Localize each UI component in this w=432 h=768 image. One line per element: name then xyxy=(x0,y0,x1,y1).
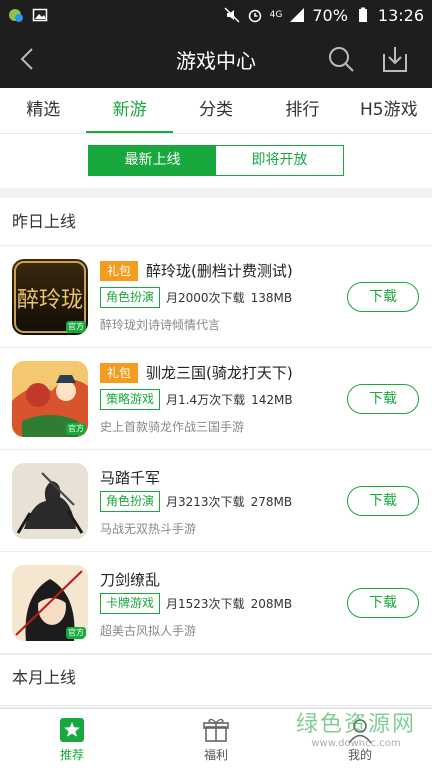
segment-bar: 最新上线 即将开放 xyxy=(0,134,432,188)
download-manager-icon[interactable] xyxy=(380,44,410,74)
search-icon[interactable] xyxy=(326,44,356,74)
file-size: 278MB xyxy=(250,494,293,509)
official-badge: 官方 xyxy=(66,321,86,333)
app-notification-icon xyxy=(8,7,24,23)
image-notification-icon xyxy=(32,7,48,23)
battery-icon xyxy=(355,7,371,23)
category-tag: 角色扮演 xyxy=(100,491,161,512)
app-icon-zuilinglong[interactable]: 醉玲珑 官方 xyxy=(12,259,88,335)
signal-icon xyxy=(289,7,305,23)
app-icon-xunlong-sanguo[interactable]: 官方 xyxy=(12,361,88,437)
tab-h5-games[interactable]: H5游戏 xyxy=(346,88,432,133)
app-icon-daojian-liaoluan[interactable]: 官方 xyxy=(12,565,88,641)
download-button[interactable]: 下载 xyxy=(347,384,419,414)
watermark-text: 绿色资源网 xyxy=(296,712,417,737)
download-count: 月1523次下载 xyxy=(166,597,245,611)
segment-coming-soon[interactable]: 即将开放 xyxy=(216,146,343,175)
app-description: 史上首款骑龙作战三国手游 xyxy=(100,420,245,434)
watermark-url: www.downcc.com xyxy=(311,738,401,749)
category-tag: 角色扮演 xyxy=(100,287,161,308)
app-description: 超美古风拟人手游 xyxy=(100,624,197,638)
list-item[interactable]: 官方 礼包 驯龙三国(骑龙打天下) 策略游戏 月1.4万次下载 142MB 史上… xyxy=(0,348,432,450)
game-list: 醉玲珑 官方 礼包 醉玲珑(删档计费测试) 角色扮演 月2000次下载 138M… xyxy=(0,246,432,654)
segment-latest-online[interactable]: 最新上线 xyxy=(89,146,216,175)
download-button[interactable]: 下载 xyxy=(347,588,419,618)
tab-rankings[interactable]: 排行 xyxy=(259,88,345,133)
app-name: 醉玲珑(删档计费测试) xyxy=(146,262,293,280)
file-size: 142MB xyxy=(251,392,293,407)
app-name: 马踏千军 xyxy=(100,469,161,487)
battery-percent: 70% xyxy=(312,5,348,25)
back-arrow-icon[interactable] xyxy=(14,44,42,74)
status-bar: 4G 70% 13:26 xyxy=(0,0,432,30)
nav-label: 推荐 xyxy=(59,748,84,762)
star-icon xyxy=(60,718,84,742)
category-tag: 卡牌游戏 xyxy=(100,593,161,614)
download-button[interactable]: 下载 xyxy=(347,486,419,516)
nav-label: 福利 xyxy=(203,748,228,762)
nav-welfare[interactable]: 福利 xyxy=(144,709,288,768)
download-count: 月3213次下载 xyxy=(166,495,245,509)
category-tabs: 精选 新游 分类 排行 H5游戏 xyxy=(0,88,432,134)
segment-control: 最新上线 即将开放 xyxy=(88,145,344,176)
category-tag: 策略游戏 xyxy=(100,389,161,410)
clock: 13:26 xyxy=(377,5,424,25)
icon-title-text: 醉玲珑 xyxy=(17,288,83,313)
watermark: 绿色资源网 www.downcc.com xyxy=(296,712,416,749)
tab-categories[interactable]: 分类 xyxy=(173,88,259,133)
download-count: 月1.4万次下载 xyxy=(166,393,246,407)
official-badge: 官方 xyxy=(66,423,86,435)
app-name: 驯龙三国(骑龙打天下) xyxy=(146,364,293,382)
list-item[interactable]: 马踏千军 角色扮演 月3213次下载 278MB 马战无双热斗手游 下载 xyxy=(0,450,432,552)
gift-badge: 礼包 xyxy=(100,260,139,281)
nav-recommend[interactable]: 推荐 xyxy=(0,709,144,768)
app-description: 醉玲珑刘诗诗倾情代言 xyxy=(100,318,221,332)
tab-featured[interactable]: 精选 xyxy=(0,88,86,133)
section-title-yesterday: 昨日上线 xyxy=(0,198,432,246)
page-title: 游戏中心 xyxy=(176,48,256,73)
network-type: 4G xyxy=(269,10,283,20)
app-description: 马战无双热斗手游 xyxy=(100,522,197,536)
app-name: 刀剑缭乱 xyxy=(100,571,161,589)
list-item[interactable]: 官方 刀剑缭乱 卡牌游戏 月1523次下载 208MB 超美古风拟人手游 下载 xyxy=(0,552,432,654)
list-item[interactable]: 醉玲珑 官方 礼包 醉玲珑(删档计费测试) 角色扮演 月2000次下载 138M… xyxy=(0,246,432,348)
download-button[interactable]: 下载 xyxy=(347,282,419,312)
app-icon-mata-qianjun[interactable] xyxy=(12,463,88,539)
file-size: 208MB xyxy=(250,596,293,611)
gift-badge: 礼包 xyxy=(100,362,139,383)
official-badge: 官方 xyxy=(66,627,86,639)
alarm-icon xyxy=(247,7,263,23)
gift-icon xyxy=(203,718,229,742)
mute-icon xyxy=(224,7,240,23)
section-title-this-month: 本月上线 xyxy=(0,654,432,706)
tab-new-games[interactable]: 新游 xyxy=(86,88,174,133)
file-size: 138MB xyxy=(250,290,293,305)
download-count: 月2000次下载 xyxy=(166,291,245,305)
app-header: 游戏中心 xyxy=(0,30,432,88)
